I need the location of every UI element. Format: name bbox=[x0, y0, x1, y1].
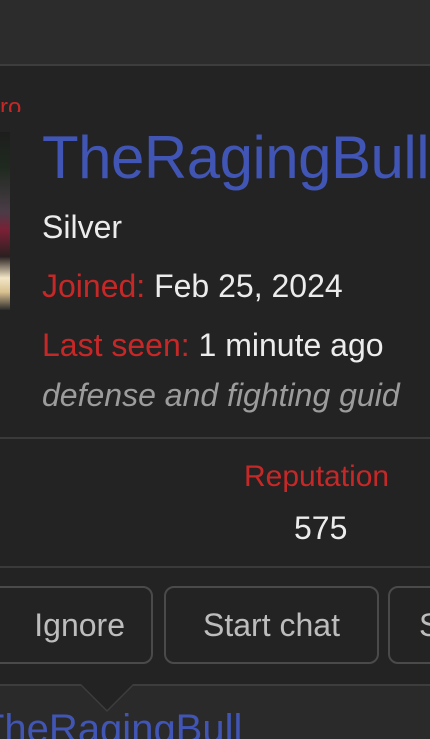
joined-value: Feb 25, 2024 bbox=[154, 268, 343, 304]
ignore-button[interactable]: Ignore bbox=[0, 586, 153, 664]
top-bar bbox=[0, 0, 430, 66]
reputation-label: Reputation bbox=[244, 460, 390, 493]
last-seen-row: Last seen: 1 minute ago bbox=[42, 325, 384, 365]
start-chat-button[interactable]: Start chat bbox=[164, 586, 379, 664]
divider bbox=[0, 437, 430, 439]
more-action-button[interactable]: S bbox=[388, 586, 430, 664]
last-seen-label: Last seen: bbox=[42, 327, 190, 363]
reputation-value: 575 bbox=[294, 510, 348, 546]
last-seen-value: 1 minute ago bbox=[198, 327, 384, 363]
user-rank: Silver bbox=[42, 209, 123, 245]
next-post-username[interactable]: TheRagingBull bbox=[0, 705, 242, 739]
profile-username[interactable]: TheRagingBull bbox=[42, 122, 430, 194]
profile-popup-screen: ro TheRagingBull Silver Joined: Feb 25, … bbox=[0, 0, 430, 739]
profile-header-fragment: ro bbox=[0, 96, 22, 112]
joined-row: Joined: Feb 25, 2024 bbox=[42, 266, 343, 306]
joined-label: Joined: bbox=[42, 268, 146, 304]
avatar[interactable] bbox=[0, 132, 10, 310]
user-bio: defense and fighting guid bbox=[42, 377, 400, 413]
divider bbox=[0, 566, 430, 568]
